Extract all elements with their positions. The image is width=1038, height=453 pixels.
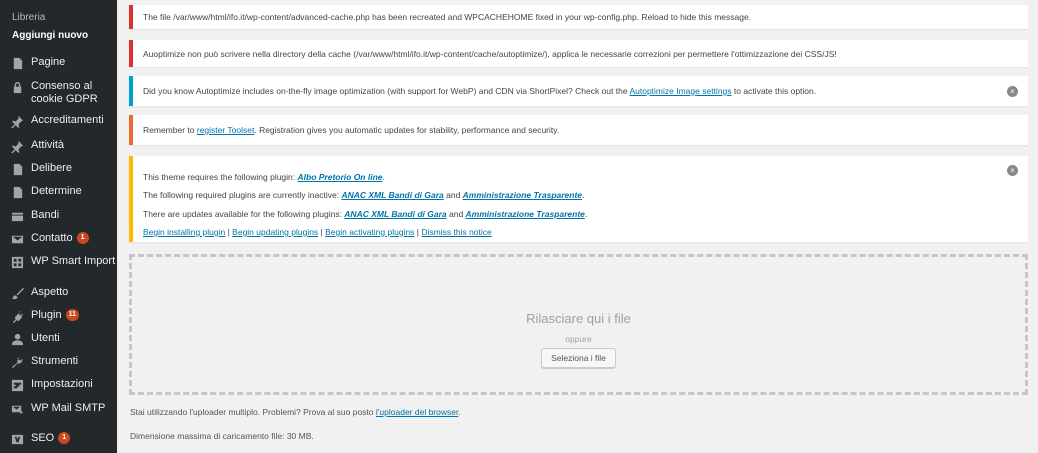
- tgm-plugins-notice: × This theme requires the following plug…: [129, 156, 1028, 242]
- upload-dropzone[interactable]: Rilasciare qui i file oppure Seleziona i…: [129, 254, 1028, 395]
- amministrazione-trasparente-link[interactable]: Amministrazione Trasparente: [466, 209, 585, 219]
- sidebar-item-wp-mail-smtp[interactable]: WP Mail SMTP: [0, 402, 117, 416]
- sidebar-item-label: Accreditamenti: [31, 114, 104, 126]
- sidebar-item-label: Determine: [31, 185, 82, 197]
- admin-sidebar: Libreria Aggiungi nuovo Pagine Consenso …: [0, 0, 117, 453]
- users-icon: [10, 332, 24, 346]
- page-icon: [10, 185, 24, 199]
- page-icon: [10, 56, 24, 70]
- amministrazione-trasparente-link[interactable]: Amministrazione Trasparente: [463, 190, 582, 200]
- albo-pretorio-link[interactable]: Albo Pretorio On line: [298, 172, 383, 182]
- sidebar-item-plugin[interactable]: Plugin 11: [0, 309, 117, 323]
- cache-notice: The file /var/www/html/ifo.it/wp-content…: [129, 5, 1028, 29]
- submenu-libreria[interactable]: Libreria: [0, 12, 117, 23]
- sidebar-item-delibere[interactable]: Delibere: [0, 162, 117, 176]
- sidebar-item-impostazioni[interactable]: Impostazioni: [0, 378, 117, 392]
- sidebar-item-label: SEO: [31, 432, 55, 444]
- document-icon: [10, 162, 24, 176]
- plugin-icon: [10, 309, 24, 323]
- notice-text: Remember to register Toolset. Registrati…: [143, 125, 560, 135]
- pin-icon: [10, 114, 24, 128]
- pin-icon: [10, 139, 24, 153]
- sidebar-item-label: WP Mail SMTP: [31, 402, 106, 414]
- notice-text: Did you know Autoptimize includes on-the…: [143, 86, 817, 96]
- select-files-button[interactable]: Seleziona i file: [541, 348, 616, 368]
- sidebar-item-strumenti[interactable]: Strumenti: [0, 355, 117, 369]
- begin-activating-link[interactable]: Begin activating plugins: [325, 227, 414, 237]
- toolset-notice: Remember to register Toolset. Registrati…: [129, 115, 1028, 145]
- drop-files-title: Rilasciare qui i file: [526, 311, 631, 326]
- wrench-icon: [10, 355, 24, 369]
- sidebar-item-label: Attività: [31, 139, 65, 151]
- sidebar-item-pagine[interactable]: Pagine: [0, 56, 117, 70]
- sidebar-item-seo[interactable]: SEO 1: [0, 432, 117, 446]
- register-toolset-link[interactable]: register Toolset: [197, 125, 254, 135]
- shortpixel-notice: Did you know Autoptimize includes on-the…: [129, 76, 1028, 106]
- update-count-badge: 1: [58, 432, 71, 444]
- sidebar-item-label: Consenso al cookie GDPR: [31, 80, 98, 105]
- anac-xml-link[interactable]: ANAC XML Bandi di Gara: [344, 209, 446, 219]
- max-upload-size: Dimensione massima di caricamento file: …: [130, 431, 314, 441]
- required-plugin-line: This theme requires the following plugin…: [143, 172, 385, 182]
- sidebar-item-label: Delibere: [31, 162, 72, 174]
- sidebar-item-attivita[interactable]: Attività: [0, 139, 117, 153]
- sidebar-item-label: Bandi: [31, 209, 60, 221]
- sidebar-item-label: Pagine: [31, 56, 66, 68]
- sidebar-item-accreditamenti[interactable]: Accreditamenti: [0, 114, 117, 128]
- inactive-plugins-line: The following required plugins are curre…: [143, 190, 585, 201]
- uploader-note: Stai utilizzando l'uploader multiplo. Pr…: [130, 407, 461, 417]
- sidebar-item-contatto[interactable]: Contatto 1: [0, 232, 117, 246]
- begin-installing-link[interactable]: Begin installing plugin: [143, 227, 225, 237]
- dismiss-notice-link[interactable]: Dismiss this notice: [421, 227, 491, 237]
- autoptimize-error-notice: Auoptimize non può scrivere nella direct…: [129, 40, 1028, 67]
- update-count-badge: 11: [65, 309, 79, 321]
- brush-icon: [10, 286, 24, 300]
- sidebar-item-label: Impostazioni: [31, 378, 93, 390]
- mail-icon: [10, 232, 24, 246]
- sidebar-item-label: WP Smart Import: [31, 255, 116, 267]
- lock-icon: [10, 80, 24, 94]
- sidebar-item-bandi[interactable]: Bandi: [0, 209, 117, 223]
- submenu-aggiungi-nuovo[interactable]: Aggiungi nuovo: [0, 30, 117, 41]
- sidebar-item-label: Plugin: [31, 309, 62, 321]
- settings-icon: [10, 378, 24, 392]
- update-count-badge: 1: [76, 232, 89, 244]
- tgm-action-links: Begin installing plugin | Begin updating…: [143, 226, 492, 237]
- inbox-icon: [10, 209, 24, 223]
- dismiss-icon[interactable]: ×: [1007, 165, 1018, 176]
- anac-xml-link[interactable]: ANAC XML Bandi di Gara: [341, 190, 443, 200]
- notice-text: The file /var/www/html/ifo.it/wp-content…: [143, 12, 752, 22]
- or-label: oppure: [565, 334, 592, 344]
- updates-plugins-line: There are updates available for the foll…: [143, 208, 588, 219]
- dismiss-icon[interactable]: ×: [1007, 85, 1018, 97]
- mail-smtp-icon: [10, 402, 24, 416]
- sidebar-item-determine[interactable]: Determine: [0, 185, 117, 199]
- sidebar-item-label: Contatto: [31, 232, 73, 244]
- sidebar-item-aspetto[interactable]: Aspetto: [0, 286, 117, 300]
- begin-updating-link[interactable]: Begin updating plugins: [232, 227, 318, 237]
- sidebar-item-utenti[interactable]: Utenti: [0, 332, 117, 346]
- autoptimize-image-settings-link[interactable]: Autoptimize Image settings: [629, 86, 731, 96]
- sidebar-item-label: Strumenti: [31, 355, 79, 367]
- sidebar-item-wp-smart-import[interactable]: WP Smart Import: [0, 255, 117, 269]
- browser-uploader-link[interactable]: l'uploader del browser: [376, 407, 458, 417]
- notice-text: Auoptimize non può scrivere nella direct…: [143, 48, 837, 59]
- grid-icon: [10, 255, 24, 269]
- sidebar-item-label: Aspetto: [31, 286, 69, 298]
- sidebar-item-label: Utenti: [31, 332, 60, 344]
- seo-icon: [10, 432, 24, 446]
- sidebar-item-consenso-cookie[interactable]: Consenso al cookie GDPR: [0, 80, 117, 106]
